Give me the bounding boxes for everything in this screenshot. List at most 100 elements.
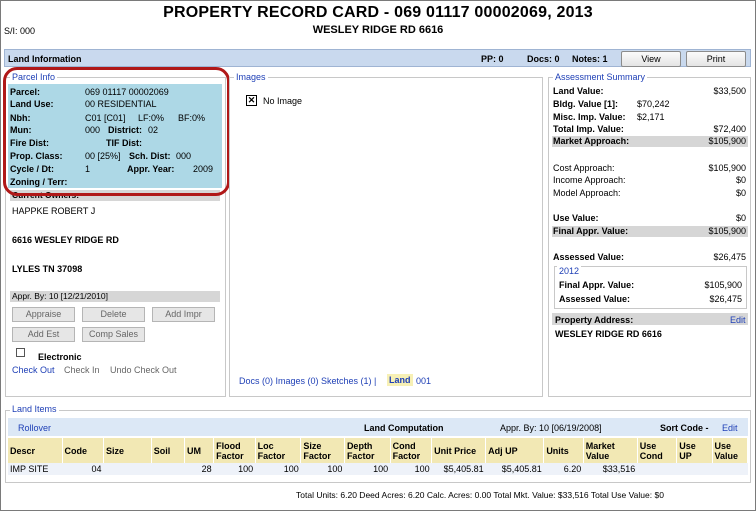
bldg-value-label: Bldg. Value [1]: [553,99,619,109]
cost-approach-value: $105,900 [708,163,746,173]
market-approach-label: Market Approach: [553,136,630,146]
use-value-label: Use Value: [553,213,599,223]
column-header[interactable]: Cond Factor [390,438,433,463]
final-appr-value: $105,900 [708,226,746,236]
model-approach-label: Model Approach: [553,188,621,198]
y2012-final-value: $105,900 [704,280,742,290]
total-imp-row: Total Imp. Value: $72,400 [552,124,748,135]
column-header[interactable]: Units [543,438,584,463]
property-address-label: Property Address: [555,315,634,325]
table-cell [151,463,185,475]
market-approach-value: $105,900 [708,136,746,146]
docs-count: Docs: 0 [527,54,560,64]
cost-approach-label: Cost Approach: [553,163,615,173]
column-header[interactable]: Code [62,438,105,463]
rollover-link[interactable]: Rollover [18,423,51,433]
assessed-value-row: Assessed Value: $26,475 [552,252,748,263]
undo-check-out-link[interactable]: Undo Check Out [110,365,177,375]
land-number-link[interactable]: 001 [416,376,431,386]
market-approach-row: Market Approach: $105,900 [552,136,748,147]
table-cell: 100 [213,463,256,475]
add-est-button[interactable]: Add Est [12,327,75,342]
table-cell: IMP SITE [8,463,62,475]
docs-images-sketches-links[interactable]: Docs (0) Images (0) Sketches (1) | [239,376,376,386]
column-header[interactable]: Size [103,438,152,463]
use-value-row: Use Value: $0 [552,213,748,224]
land-link[interactable]: Land [387,374,413,386]
appraise-button[interactable]: Appraise [12,307,75,322]
table-cell: 100 [390,463,432,475]
y2012-assessed-row: Assessed Value: $26,475 [558,294,744,305]
electronic-label: Electronic [38,352,82,362]
column-header[interactable]: UM [184,438,215,463]
notes-count: Notes: 1 [572,54,608,64]
table-cell [637,463,677,475]
column-header[interactable]: Loc Factor [255,438,302,463]
year-2012-legend: 2012 [557,266,582,276]
column-header[interactable]: Unit Price [431,438,487,463]
column-header[interactable]: Adj UP [485,438,545,463]
total-imp-label: Total Imp. Value: [553,124,624,134]
add-impr-button[interactable]: Add Impr [152,307,215,322]
check-out-link[interactable]: Check Out [12,365,55,375]
income-approach-label: Income Approach: [553,175,626,185]
land-value-row: Land Value: $33,500 [552,86,748,97]
property-address-edit-link[interactable]: Edit [730,315,746,325]
table-cell: 100 [255,463,301,475]
si-label: S/I: 000 [4,26,36,36]
column-header[interactable]: Size Factor [300,438,345,463]
column-header[interactable]: Flood Factor [213,438,256,463]
view-button[interactable]: View [621,51,681,67]
no-image-text: No Image [263,96,303,106]
owner-address-line1: 6616 WESLEY RIDGE RD [12,235,119,245]
table-cell: 100 [300,463,345,475]
delete-button[interactable]: Delete [82,307,145,322]
land-items-table: Descr Code Size Soil UM Flood Factor Loc Facto… [8,438,749,475]
page-subtitle: WESLEY RIDGE RD 6616 [312,24,444,36]
final-appr-label: Final Appr. Value: [553,226,629,236]
income-approach-value: $0 [735,175,746,185]
print-button[interactable]: Print [686,51,746,67]
comp-sales-button[interactable]: Comp Sales [82,327,145,342]
column-header[interactable]: Soil [151,438,186,463]
model-approach-row: Model Approach: $0 [552,188,748,199]
assessed-value: $26,475 [713,252,746,262]
property-address-value: WESLEY RIDGE RD 6616 [555,329,662,339]
table-cell [712,463,748,475]
owner-address-line2: LYLES TN 37098 [12,264,83,274]
appraised-by: Appr. By: 10 [12/21/2010] [10,291,220,302]
electronic-checkbox[interactable] [16,348,25,357]
final-appr-row: Final Appr. Value: $105,900 [552,226,748,237]
y2012-final-label: Final Appr. Value: [559,280,635,290]
column-header[interactable]: Use Cond [637,438,678,463]
column-header[interactable]: Use Value [712,438,749,463]
column-header[interactable]: Descr [8,438,63,463]
income-approach-row: Income Approach: $0 [552,175,748,186]
column-header[interactable]: Market Value [583,438,638,463]
table-cell: $33,516 [583,463,638,475]
check-in-link[interactable]: Check In [64,365,100,375]
table-cell: 28 [184,463,214,475]
table-cell: 04 [62,463,104,475]
table-cell: 100 [344,463,391,475]
misc-imp-value: $2,171 [637,112,665,122]
bldg-value-row: Bldg. Value [1]: $70,242 [552,99,748,110]
cost-approach-row: Cost Approach: $105,900 [552,163,748,174]
land-value: $33,500 [713,86,746,96]
table-cell [103,463,152,475]
table-row[interactable]: IMP SITE 04 28 100 100 100 100 100 $5,405.81 $5,4… [8,463,748,475]
table-cell: $5,405.81 [431,463,486,475]
images-legend: Images [234,72,268,82]
bldg-value: $70,242 [637,99,670,109]
table-cell [676,463,713,475]
land-value-label: Land Value: [553,86,604,96]
owner-name: HAPPKE ROBERT J [12,206,96,216]
highlight-annotation [3,67,230,196]
land-items-legend: Land Items [10,404,59,414]
land-computation-title: Land Computation [364,423,444,433]
table-cell: 6.20 [543,463,584,475]
column-header[interactable]: Depth Factor [344,438,391,463]
land-computation-edit-link[interactable]: Edit [722,423,738,433]
column-header[interactable]: Use UP [676,438,713,463]
sort-code-label: Sort Code - [660,423,709,433]
